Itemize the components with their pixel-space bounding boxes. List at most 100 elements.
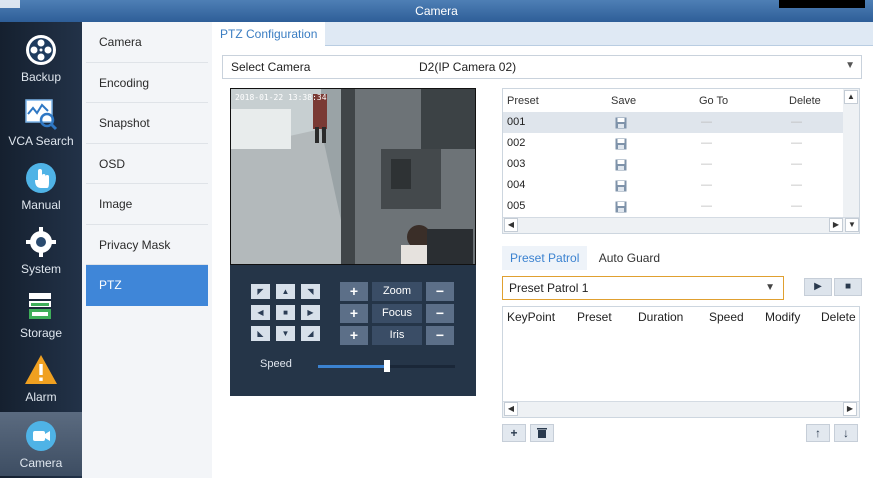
speed-slider-fill <box>318 365 387 368</box>
pan-up-left-button[interactable]: ◤ <box>251 284 270 299</box>
scroll-down-icon[interactable]: ▼ <box>845 218 859 232</box>
nav-item-backup[interactable]: Backup <box>0 26 82 90</box>
keypoint-table-header: KeyPoint Preset Duration Speed Modify De… <box>503 307 859 327</box>
speed-slider-knob[interactable] <box>383 360 390 372</box>
scroll-left-icon[interactable]: ◀ <box>504 402 518 416</box>
column-header: Delete <box>789 95 821 107</box>
preset-horizontal-scrollbar[interactable]: ◀ ▶ ▼ <box>503 217 859 233</box>
delete-preset-icon[interactable]: — <box>791 112 802 133</box>
goto-preset-icon[interactable]: — <box>701 154 712 175</box>
zoom-out-button[interactable]: − <box>426 282 454 301</box>
select-camera-dropdown[interactable]: Select Camera D2(IP Camera 02) ▼ <box>222 55 862 79</box>
storage-icon <box>29 293 51 319</box>
focus-near-button[interactable]: + <box>340 304 368 323</box>
submenu-item-encoding[interactable]: Encoding <box>86 63 208 103</box>
patrol-select-dropdown[interactable]: Preset Patrol 1 ▼ <box>502 276 784 300</box>
scroll-right-icon[interactable]: ▶ <box>843 402 857 416</box>
submenu-item-osd[interactable]: OSD <box>86 144 208 184</box>
submenu-item-privacy-mask[interactable]: Privacy Mask <box>86 225 208 265</box>
preset-number: 001 <box>507 116 526 128</box>
nav-item-vca-search[interactable]: VCA Search <box>0 90 82 154</box>
title-bar-left-block <box>0 0 20 8</box>
column-header: Save <box>611 95 637 107</box>
pan-right-button[interactable]: ▶ <box>301 305 320 320</box>
delete-preset-icon[interactable]: — <box>791 133 802 154</box>
column-header: Delete <box>821 310 856 324</box>
column-header: Go To <box>699 95 729 107</box>
focus-far-button[interactable]: − <box>426 304 454 323</box>
goto-preset-icon[interactable]: — <box>701 196 712 217</box>
pan-up-button[interactable]: ▲ <box>276 284 295 299</box>
submenu-item-ptz[interactable]: PTZ <box>86 265 208 306</box>
scroll-right-icon[interactable]: ▶ <box>829 218 843 232</box>
delete-keypoint-button[interactable] <box>530 424 554 442</box>
focus-label: Focus <box>372 304 422 323</box>
preset-row[interactable]: 002 — — <box>503 133 843 154</box>
camera-submenu: Camera Encoding Snapshot OSD Image Priva… <box>82 22 212 478</box>
window-title: Camera <box>415 4 458 18</box>
iris-open-button[interactable]: + <box>340 326 368 345</box>
patrol-play-button[interactable]: ▶ <box>804 278 832 296</box>
delete-preset-icon[interactable]: — <box>791 175 802 196</box>
submenu-item-camera[interactable]: Camera <box>86 22 208 63</box>
pan-down-left-button[interactable]: ◣ <box>251 326 270 341</box>
add-keypoint-button[interactable]: + <box>502 424 526 442</box>
ptz-config-panel: PTZ Configuration Select Camera D2(IP Ca… <box>212 22 873 478</box>
preset-number: 005 <box>507 200 526 212</box>
tab-auto-guard[interactable]: Auto Guard <box>591 246 668 270</box>
live-video-preview[interactable]: 2018-01-22 13:38:34 <box>230 88 476 265</box>
nav-item-manual[interactable]: Manual <box>0 154 82 218</box>
preset-row[interactable]: 005 — — <box>503 196 843 217</box>
preset-vertical-scrollbar[interactable]: ▲ <box>843 89 859 217</box>
goto-preset-icon[interactable]: — <box>701 112 712 133</box>
scroll-left-icon[interactable]: ◀ <box>504 218 518 232</box>
pan-stop-button[interactable]: ■ <box>276 305 295 320</box>
tab-ptz-configuration[interactable]: PTZ Configuration <box>212 22 326 46</box>
iris-close-button[interactable]: − <box>426 326 454 345</box>
preset-row[interactable]: 003 — — <box>503 154 843 175</box>
zoom-in-button[interactable]: + <box>340 282 368 301</box>
column-header: Speed <box>709 310 744 324</box>
iris-label: Iris <box>372 326 422 345</box>
goto-preset-icon[interactable]: — <box>701 175 712 196</box>
video-osd-timestamp: 2018-01-22 13:38:34 <box>235 93 327 102</box>
preset-row[interactable]: 004 — — <box>503 175 843 196</box>
video-frame <box>231 89 475 264</box>
nav-item-camera[interactable]: Camera <box>0 412 82 476</box>
zoom-label: Zoom <box>372 282 422 301</box>
submenu-item-image[interactable]: Image <box>86 184 208 225</box>
patrol-stop-button[interactable]: ■ <box>834 278 862 296</box>
delete-preset-icon[interactable]: — <box>791 154 802 175</box>
camera-icon <box>26 421 56 451</box>
column-header: Preset <box>577 310 612 324</box>
delete-preset-icon[interactable]: — <box>791 196 802 217</box>
preset-number: 003 <box>507 158 526 170</box>
move-down-button[interactable]: ↓ <box>834 424 858 442</box>
preset-row[interactable]: 001 — — <box>503 112 843 133</box>
nav-label: Camera <box>19 456 63 470</box>
manual-hand-icon <box>26 163 56 193</box>
pan-down-right-button[interactable]: ◢ <box>301 326 320 341</box>
select-camera-value: D2(IP Camera 02) <box>419 60 517 74</box>
pan-up-right-button[interactable]: ◥ <box>301 284 320 299</box>
keypoint-table: KeyPoint Preset Duration Speed Modify De… <box>502 306 860 418</box>
chevron-down-icon: ▼ <box>765 282 775 293</box>
title-bar: Camera <box>0 0 873 22</box>
nav-item-storage[interactable]: Storage <box>0 282 82 346</box>
scroll-up-icon[interactable]: ▲ <box>844 90 858 104</box>
tab-preset-patrol[interactable]: Preset Patrol <box>502 246 588 270</box>
backup-reel-icon <box>26 35 56 65</box>
goto-preset-icon[interactable]: — <box>701 133 712 154</box>
keypoint-horizontal-scrollbar[interactable]: ◀ ▶ <box>503 401 859 417</box>
patrol-tabs: Preset Patrol Auto Guard <box>502 246 860 270</box>
submenu-item-snapshot[interactable]: Snapshot <box>86 103 208 144</box>
pan-left-button[interactable]: ◀ <box>251 305 270 320</box>
nav-label: VCA Search <box>8 134 74 148</box>
speed-slider[interactable] <box>318 360 455 372</box>
move-up-button[interactable]: ↑ <box>806 424 830 442</box>
nav-item-system[interactable]: System <box>0 218 82 282</box>
pan-down-button[interactable]: ▼ <box>276 326 295 341</box>
preset-table-header: Preset Save Go To Delete <box>503 91 843 112</box>
nav-item-alarm[interactable]: Alarm <box>0 346 82 410</box>
column-header: Duration <box>638 310 684 324</box>
